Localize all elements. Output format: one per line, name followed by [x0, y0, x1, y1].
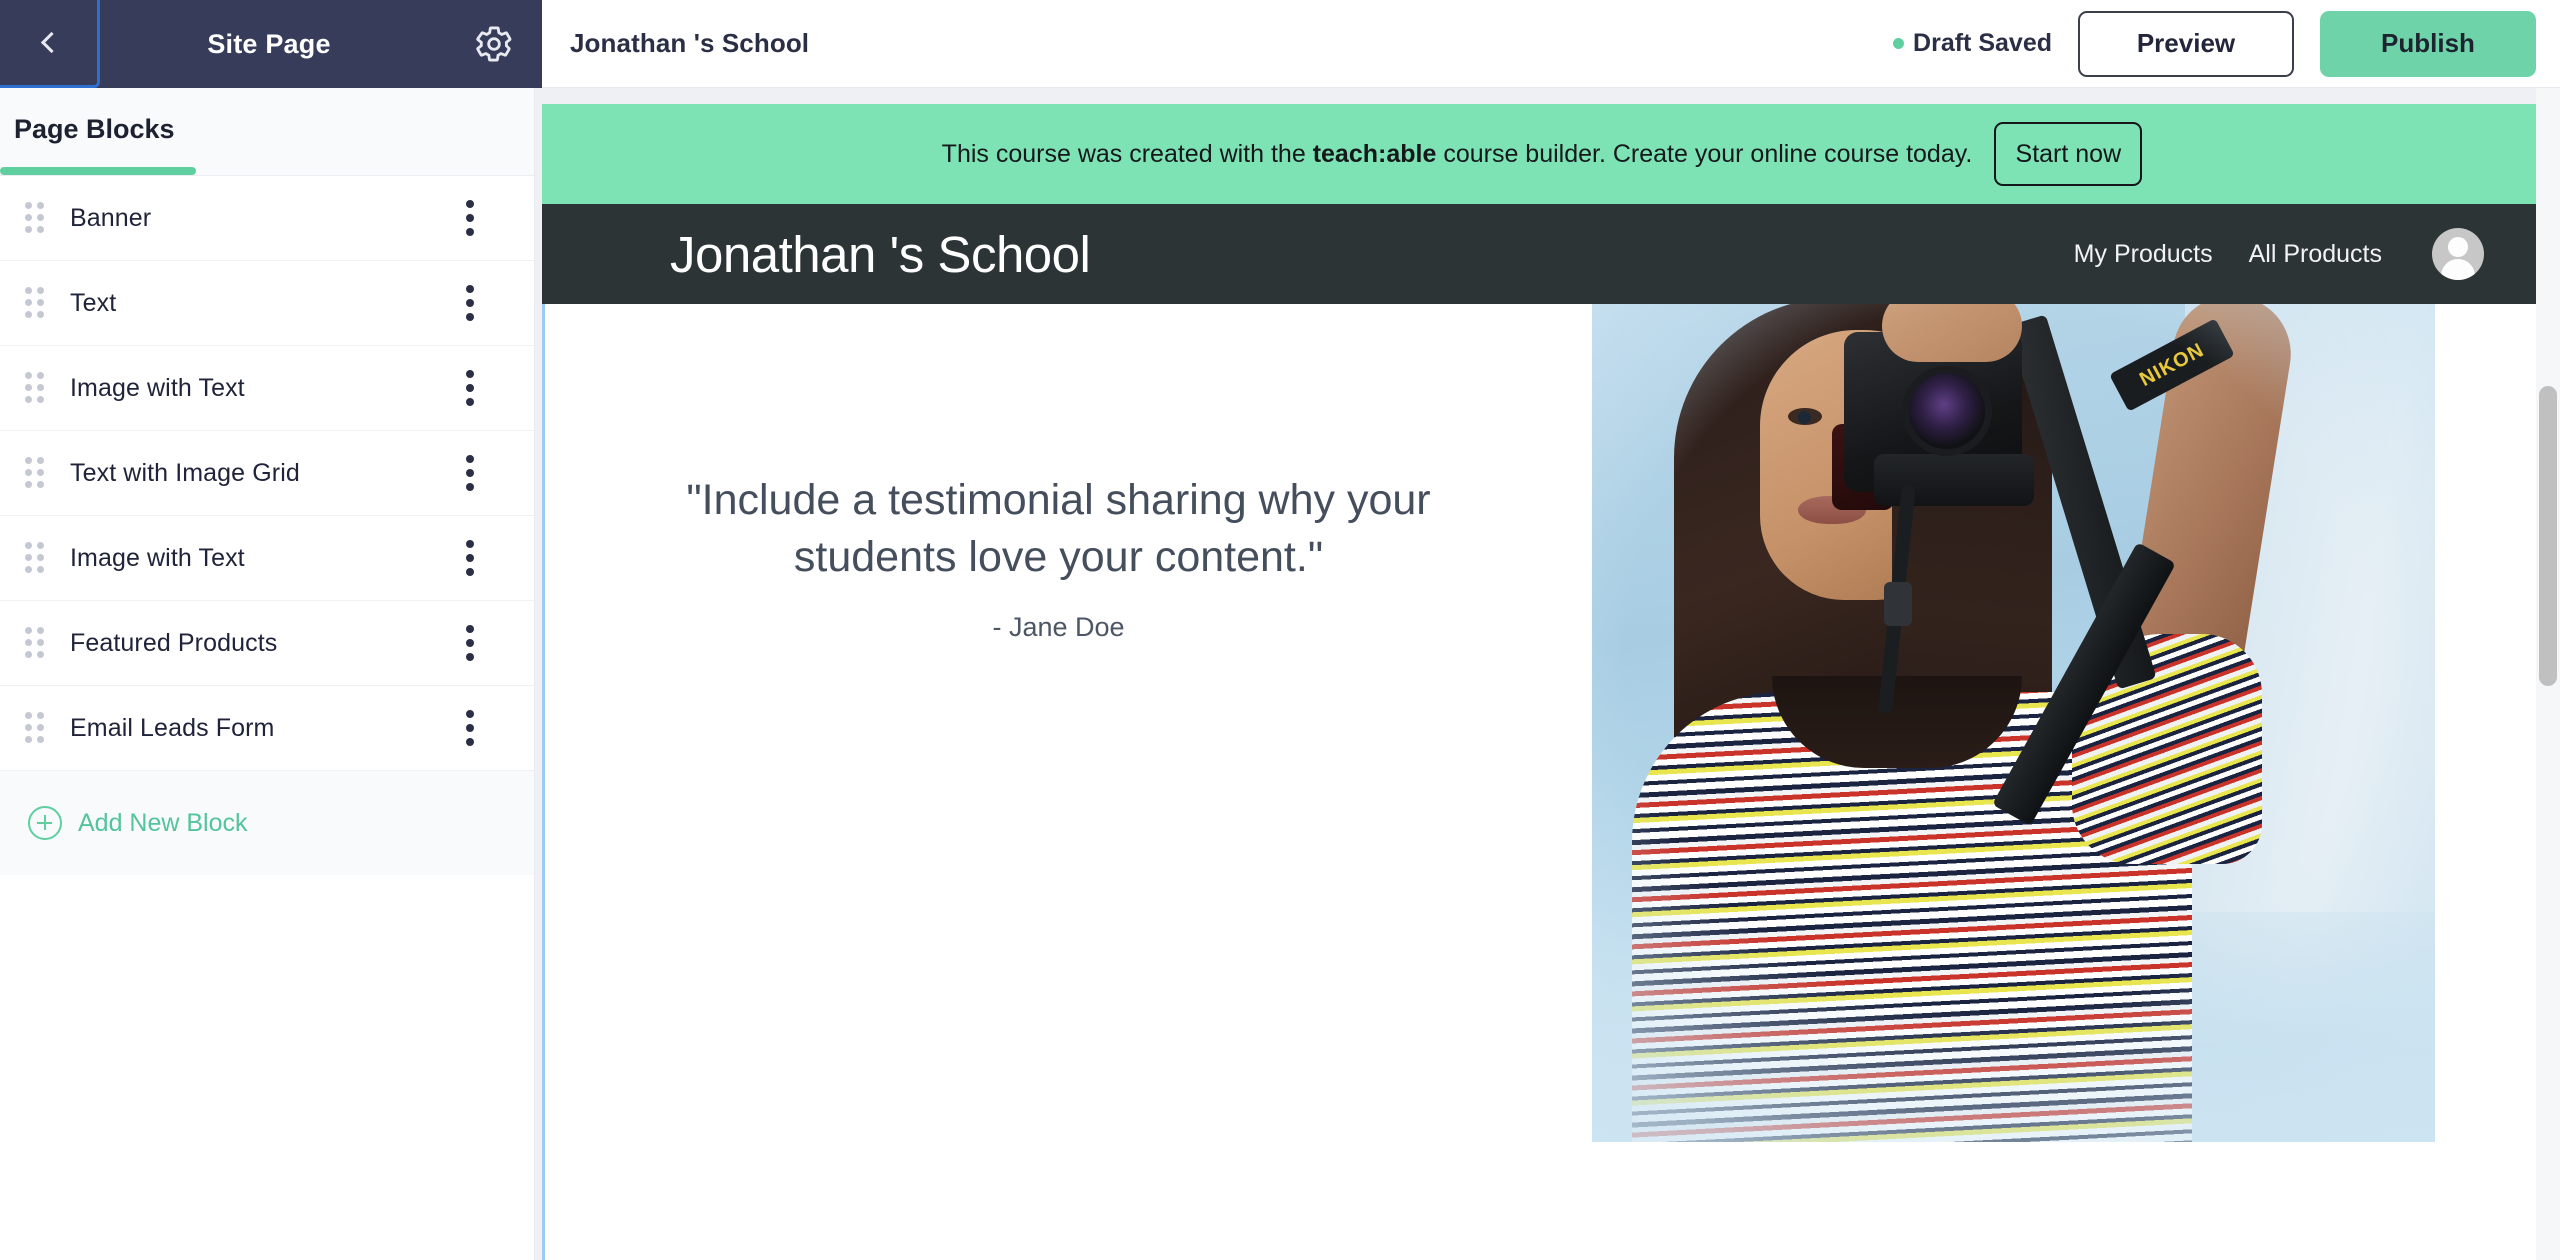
kebab-menu-icon[interactable]	[458, 277, 482, 329]
block-list-item-banner[interactable]: Banner	[0, 176, 534, 261]
back-button[interactable]	[0, 0, 100, 88]
block-list-item-image-with-text[interactable]: Image with Text	[0, 346, 534, 431]
kebab-menu-icon[interactable]	[458, 532, 482, 584]
status-dot-icon	[1893, 38, 1905, 49]
promo-banner-text: This course was created with the teach:a…	[942, 140, 1973, 169]
start-now-button[interactable]: Start now	[1994, 122, 2143, 186]
testimonial-block-selected[interactable]: "Include a testimonial sharing why your …	[542, 304, 2542, 1260]
testimonial-text-column: "Include a testimonial sharing why your …	[545, 304, 1572, 1260]
panel-header: Site Page	[0, 0, 542, 88]
block-list-item-image-with-text-2[interactable]: Image with Text	[0, 516, 534, 601]
testimonial-author: - Jane Doe	[992, 612, 1125, 643]
scrollbar-thumb[interactable]	[2539, 386, 2557, 686]
app-bar: Site Page Jonathan 's School Draft Saved…	[0, 0, 2560, 88]
teachable-brand-label: teach:able	[1312, 139, 1437, 168]
promo-text-before: This course was created with the	[941, 139, 1306, 168]
page-blocks-header: Page Blocks	[0, 88, 534, 176]
drag-handle-icon[interactable]	[0, 202, 70, 234]
plus-circle-icon	[28, 806, 62, 840]
app-bar-right: Jonathan 's School Draft Saved Preview P…	[542, 0, 2560, 88]
site-preview: This course was created with the teach:a…	[542, 104, 2542, 1260]
publish-button[interactable]: Publish	[2320, 10, 2536, 77]
block-list-item-featured-products[interactable]: Featured Products	[0, 601, 534, 686]
gear-icon	[476, 26, 512, 62]
settings-button[interactable]	[446, 0, 542, 88]
drag-handle-icon[interactable]	[0, 287, 70, 319]
chevron-left-icon	[40, 31, 62, 54]
site-brand-title: Jonathan 's School	[670, 225, 1091, 283]
testimonial-quote: "Include a testimonial sharing why your …	[686, 476, 1431, 582]
promo-text-after: course builder. Create your online cours…	[1443, 139, 1973, 168]
active-tab-underline	[0, 167, 196, 175]
vertical-scrollbar[interactable]	[2536, 88, 2560, 1260]
testimonial-image-column: NIKON	[1572, 304, 2539, 1260]
preview-button[interactable]: Preview	[2078, 10, 2294, 77]
nav-link-all-products[interactable]: All Products	[2249, 240, 2382, 269]
block-label: Image with Text	[70, 543, 245, 572]
preview-canvas: This course was created with the teach:a…	[535, 88, 2560, 1260]
block-label: Email Leads Form	[70, 713, 275, 742]
add-new-block-label: Add New Block	[78, 808, 248, 837]
drag-handle-icon[interactable]	[0, 457, 70, 489]
block-label: Text	[70, 288, 117, 317]
promo-banner: This course was created with the teach:a…	[542, 104, 2542, 204]
kebab-menu-icon[interactable]	[458, 702, 482, 754]
page-blocks-heading: Page Blocks	[14, 114, 175, 144]
drag-handle-icon[interactable]	[0, 542, 70, 574]
block-label: Banner	[70, 203, 152, 232]
app-bar-actions: Draft Saved Preview Publish	[1893, 10, 2536, 77]
block-list-item-text[interactable]: Text	[0, 261, 534, 346]
block-list-item-email-leads-form[interactable]: Email Leads Form	[0, 686, 534, 771]
woman-holding-nikon-camera-photo: NIKON	[1592, 304, 2435, 1142]
block-label: Image with Text	[70, 373, 245, 402]
draft-status: Draft Saved	[1893, 29, 2052, 58]
block-label: Text with Image Grid	[70, 458, 300, 487]
drag-handle-icon[interactable]	[0, 712, 70, 744]
kebab-menu-icon[interactable]	[458, 617, 482, 669]
page-title: Jonathan 's School	[570, 28, 810, 58]
draft-status-label: Draft Saved	[1913, 29, 2052, 57]
user-avatar-icon[interactable]	[2432, 228, 2484, 280]
drag-handle-icon[interactable]	[0, 627, 70, 659]
kebab-menu-icon[interactable]	[458, 447, 482, 499]
kebab-menu-icon[interactable]	[458, 192, 482, 244]
page-blocks-sidebar: Page Blocks Banner Text Image with Text …	[0, 88, 535, 1260]
site-navigation-bar: Jonathan 's School My Products All Produ…	[542, 204, 2542, 304]
kebab-menu-icon[interactable]	[458, 362, 482, 414]
add-new-block-button[interactable]: Add New Block	[0, 771, 534, 875]
site-nav-links: My Products All Products	[2074, 228, 2484, 280]
panel-title: Site Page	[207, 28, 331, 59]
nav-link-my-products[interactable]: My Products	[2074, 240, 2213, 269]
drag-handle-icon[interactable]	[0, 372, 70, 404]
block-list-item-text-with-image-grid[interactable]: Text with Image Grid	[0, 431, 534, 516]
block-label: Featured Products	[70, 628, 278, 657]
